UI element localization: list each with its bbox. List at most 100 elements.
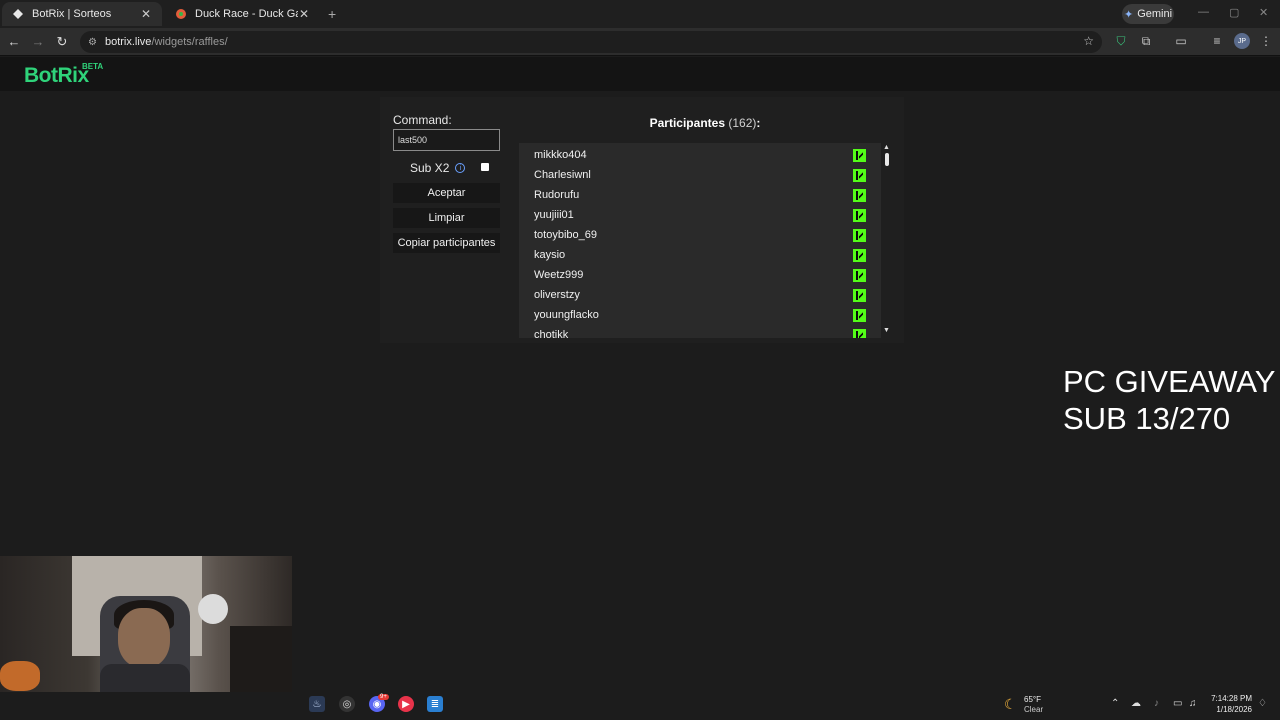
gemini-label: Gemini (1137, 8, 1173, 20)
media-player-icon[interactable]: ▶ (398, 696, 414, 712)
duck-games-favicon-icon (175, 8, 187, 20)
webcam-shelf (230, 626, 292, 700)
discord-badge: 9+ (378, 694, 389, 700)
address-bar[interactable]: ⚙ botrix.live/widgets/raffles/ ☆ (80, 31, 1102, 53)
webcam-person (118, 608, 170, 668)
kick-icon (853, 328, 866, 338)
kick-icon (853, 268, 866, 282)
reload-icon[interactable]: ↻ (54, 34, 70, 50)
network-icon[interactable]: ▭ (1173, 698, 1182, 709)
participant-name: Weetz999 (534, 269, 584, 281)
beta-badge: BETA (82, 62, 104, 71)
forward-arrow-icon[interactable]: → (30, 34, 46, 49)
tab-title: Duck Race - Duck Games (195, 8, 298, 20)
sub-x2-option: Sub X2 i (410, 161, 466, 175)
scroll-down-arrow-icon[interactable]: ▼ (883, 327, 890, 334)
obs-icon[interactable]: ◎ (339, 696, 355, 712)
site-header (0, 57, 1280, 91)
botrix-favicon-icon (12, 8, 24, 20)
sub-x2-label: Sub X2 (410, 161, 450, 175)
participant-row: kaysio (519, 245, 881, 265)
close-window-icon[interactable]: ✕ (1259, 6, 1268, 19)
command-input[interactable] (393, 129, 500, 151)
webcam-object (0, 661, 40, 691)
weather-condition: Clear (1024, 705, 1044, 714)
moon-weather-icon[interactable]: ☾ (1004, 696, 1017, 713)
participant-row: yuujiii01 (519, 205, 881, 225)
cast-icon[interactable]: ▭ (1173, 34, 1189, 48)
participant-name: Charlesiwnl (534, 169, 591, 181)
command-label: Command: (393, 113, 452, 127)
copy-participants-button[interactable]: Copiar participantes (393, 233, 500, 253)
participant-name: yuujiii01 (534, 209, 574, 221)
shield-extension-icon[interactable]: ⛉ (1113, 34, 1129, 49)
participant-name: kaysio (534, 249, 566, 261)
bookmark-star-icon[interactable]: ☆ (1083, 34, 1094, 48)
kick-icon (853, 148, 866, 162)
notification-bell-icon[interactable]: ♢ (1258, 698, 1267, 709)
windows-taskbar (0, 692, 1280, 720)
tray-overflow-icon[interactable]: ⌃ (1111, 698, 1119, 709)
participant-row: oliverstzy (519, 285, 881, 305)
kick-icon (853, 288, 866, 302)
maximize-window-icon[interactable]: ▢ (1229, 6, 1239, 19)
tab-botrix-sorteos[interactable]: BotRix | Sorteos ✕ (2, 2, 162, 26)
participant-row: youungflacko (519, 305, 881, 325)
close-tab-icon[interactable]: ✕ (140, 7, 152, 21)
steam-icon[interactable]: ♨ (309, 696, 325, 712)
participant-name: chotikk (534, 329, 569, 338)
participant-row: chotikk (519, 325, 881, 338)
tab-title: BotRix | Sorteos (32, 8, 112, 20)
participants-list[interactable]: mikkko404 Charlesiwnl Rudorufu yuujiii01 tot… (519, 143, 881, 338)
close-tab-icon[interactable]: ✕ (298, 7, 310, 21)
menu-more-icon[interactable]: ⋮ (1258, 34, 1274, 48)
microphone-icon[interactable]: ♪ (1154, 698, 1159, 709)
giveaway-overlay: PC GIVEAWAY SUB 13/270 (1063, 363, 1275, 437)
giveaway-line-1: PC GIVEAWAY (1063, 364, 1276, 399)
info-icon[interactable]: i (455, 163, 466, 173)
url-text: botrix.live/widgets/raffles/ (104, 36, 228, 48)
participant-name: Rudorufu (534, 189, 580, 201)
notepad-icon[interactable]: ≣ (427, 696, 443, 712)
scroll-up-arrow-icon[interactable]: ▲ (883, 144, 890, 151)
scrollbar-thumb[interactable] (885, 153, 889, 166)
kick-icon (853, 208, 866, 222)
sub-x2-checkbox[interactable] (481, 163, 489, 171)
new-tab-button[interactable]: + (328, 6, 336, 22)
onedrive-icon[interactable]: ☁ (1131, 698, 1141, 709)
participant-name: mikkko404 (534, 149, 587, 161)
clock-time[interactable]: 7:14:28 PM (1208, 694, 1252, 703)
kick-icon (853, 168, 866, 182)
participants-heading: Participantes (162): (649, 116, 761, 130)
site-info-icon[interactable]: ⚙ (88, 37, 97, 48)
volume-icon[interactable]: ♫ (1189, 698, 1197, 709)
browser-tab-strip: BotRix | Sorteos ✕ Duck Race - Duck Game… (0, 0, 1280, 28)
profile-avatar[interactable]: JP (1234, 33, 1250, 49)
clear-button[interactable]: Limpiar (393, 208, 500, 228)
kick-icon (853, 228, 866, 242)
kick-icon (853, 248, 866, 262)
tab-search-icon[interactable]: ≡ (1209, 34, 1225, 48)
gemini-spark-icon: ✦ (1123, 8, 1134, 21)
clock-date[interactable]: 1/18/2026 (1208, 705, 1252, 714)
giveaway-line-2: SUB 13/270 (1063, 401, 1231, 436)
back-arrow-icon[interactable]: ← (6, 34, 22, 49)
kick-icon (853, 188, 866, 202)
webcam-fan (198, 594, 228, 624)
webcam-feed (0, 556, 292, 700)
browser-toolbar: ← → ↻ ⚙ botrix.live/widgets/raffles/ ☆ ⛉… (0, 28, 1280, 56)
participant-name: youungflacko (534, 309, 599, 321)
participant-row: mikkko404 (519, 145, 881, 165)
gemini-button[interactable]: ✦ Gemini (1122, 4, 1174, 24)
accept-button[interactable]: Aceptar (393, 183, 500, 203)
participant-row: Rudorufu (519, 185, 881, 205)
participant-row: totoybibo_69 (519, 225, 881, 245)
participant-row: Charlesiwnl (519, 165, 881, 185)
botrix-logo[interactable]: BotRix (24, 64, 89, 88)
tab-duck-race[interactable]: Duck Race - Duck Games ✕ (165, 2, 320, 26)
participant-row: Weetz999 (519, 265, 881, 285)
extensions-puzzle-icon[interactable]: ⧉ (1138, 34, 1154, 49)
minimize-window-icon[interactable]: — (1198, 6, 1209, 18)
participants-scrollbar[interactable] (881, 143, 893, 338)
participant-name: totoybibo_69 (534, 229, 597, 241)
